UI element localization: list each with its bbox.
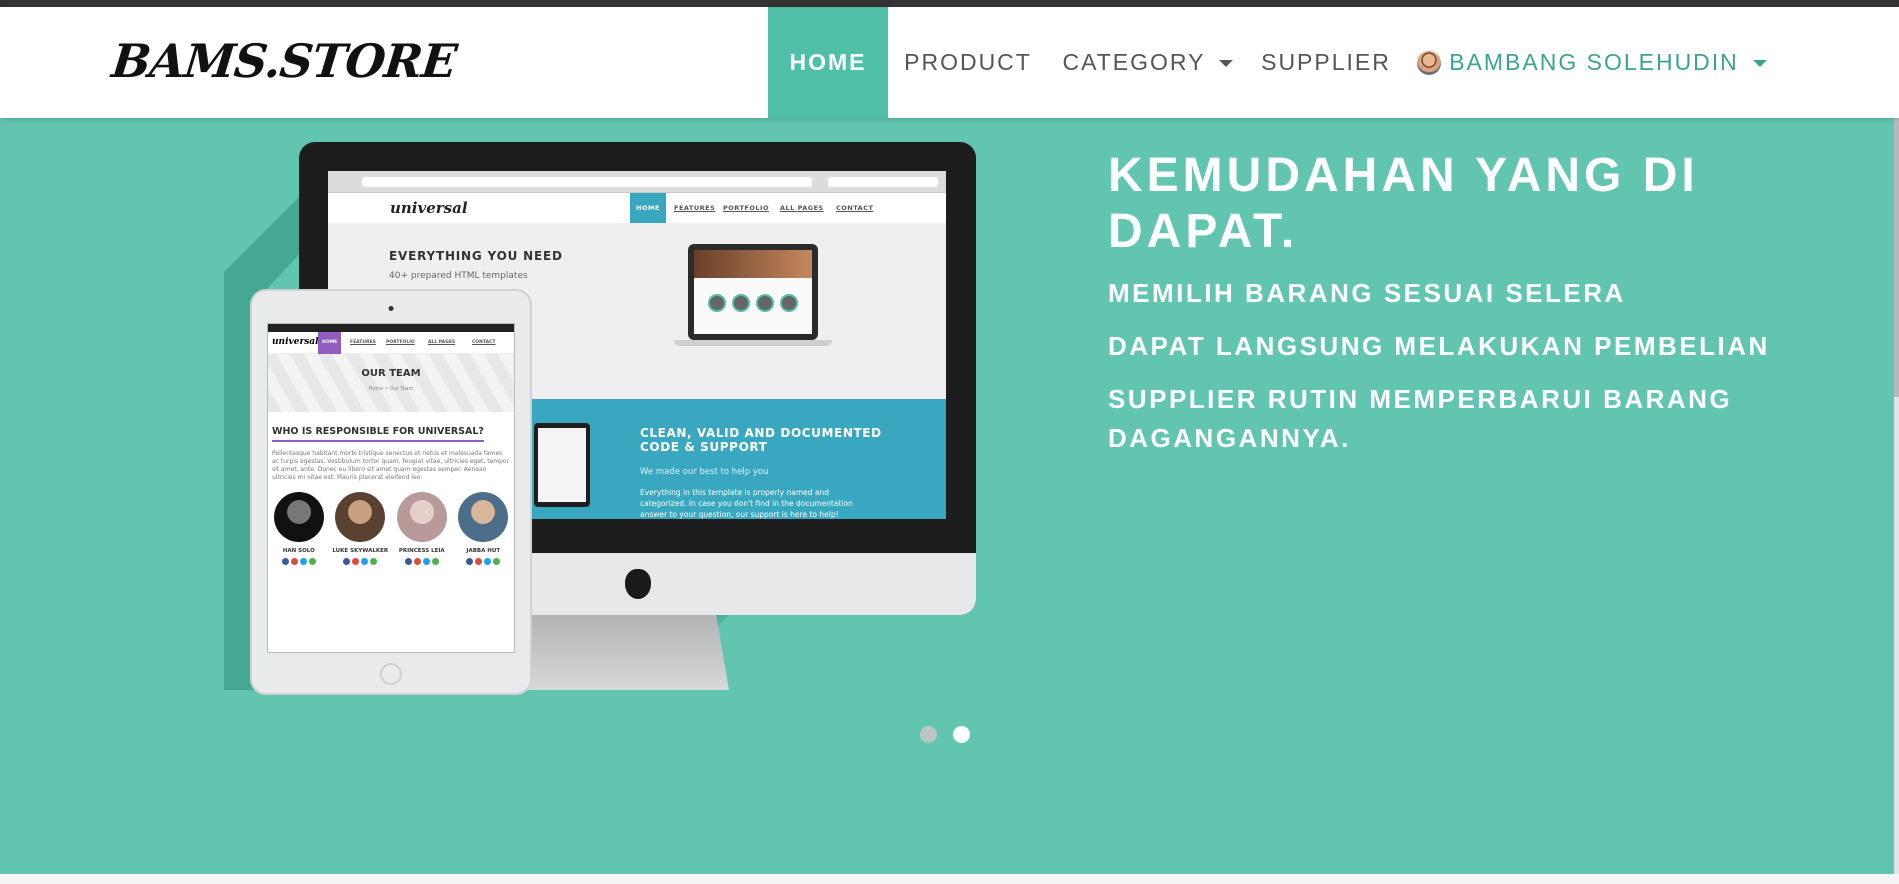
tablet-device: universal HOME FEATURES PORTFOLIO ALL PA… (250, 289, 532, 695)
carousel-dot-2[interactable] (953, 726, 970, 743)
team-member: HAN SOLO (271, 492, 327, 565)
page-scrollbar[interactable] (1894, 7, 1899, 874)
device-mockup-image: universal HOME FEATURES PORTFOLIO ALL PA… (224, 142, 976, 695)
apple-logo-icon (624, 569, 651, 599)
top-strip (0, 0, 1899, 7)
slide-title: KEMUDAHAN YANG DI DAPAT. (1108, 149, 1699, 258)
nav-user-menu[interactable]: BAMBANG SOLEHUDIN (1412, 7, 1772, 118)
site-logo: universal (390, 199, 468, 217)
nav-category-label: CATEGORY (1062, 49, 1206, 75)
tablet-link: HOME (318, 332, 342, 354)
tablet-link: PORTFOLIO (386, 340, 415, 345)
tablet-site-logo: universal (272, 337, 319, 347)
nav-product-label: PRODUCT (904, 49, 1032, 75)
team-member: PRINCESS LEIA (394, 492, 450, 565)
band-title: CLEAN, VALID AND DOCUMENTED CODE & SUPPO… (640, 426, 882, 454)
nav-supplier-label: SUPPLIER (1261, 49, 1391, 75)
brand-logo[interactable]: BAMS.STORE (109, 31, 459, 91)
tablet-screen: universal HOME FEATURES PORTFOLIO ALL PA… (267, 323, 515, 653)
slide-point: DAPAT LANGSUNG MELAKUKAN PEMBELIAN (1108, 331, 1770, 361)
slide-point: MEMILIH BARANG SESUAI SELERA (1108, 278, 1626, 308)
tablet-team: HAN SOLO LUKE SKYWALKER PRINCESS LEIA JA… (268, 492, 514, 565)
tablet-link: ALL PAGES (428, 340, 456, 345)
site-link: CONTACT (836, 204, 874, 212)
nav-supplier[interactable]: SUPPLIER (1248, 7, 1404, 118)
member-name: JABBA HUT (466, 548, 501, 554)
site-nav: universal HOME FEATURES PORTFOLIO ALL PA… (328, 193, 946, 223)
browser-bar (328, 171, 946, 193)
site-link: ALL PAGES (780, 204, 824, 212)
member-name: HAN SOLO (282, 548, 315, 554)
slide-point: SUPPLIER RUTIN MEMPERBARUI BARANG DAGANG… (1108, 384, 1733, 453)
nav-product[interactable]: PRODUCT (888, 7, 1048, 118)
tablet-link: FEATURES (350, 340, 376, 345)
nav-home-label: HOME (789, 49, 867, 75)
avatar (1417, 50, 1442, 75)
tablet-question: WHO IS RESPONSIBLE FOR UNIVERSAL? (272, 426, 484, 442)
tablet-link: CONTACT (472, 340, 496, 345)
member-name: LUKE SKYWALKER (332, 548, 389, 554)
nav-category[interactable]: CATEGORY (1048, 7, 1248, 118)
tablet-paragraph: Pellentesque habitant morbi tristique se… (272, 450, 510, 481)
nav-home[interactable]: HOME (768, 7, 888, 118)
screen-heading: EVERYTHING YOU NEED (389, 249, 563, 263)
team-member: JABBA HUT (455, 492, 511, 565)
team-member: LUKE SKYWALKER (332, 492, 388, 565)
site-link: FEATURES (674, 204, 716, 212)
navbar: BAMS.STORE HOME PRODUCT CATEGORY SUPPLIE… (0, 7, 1899, 118)
hero-carousel: universal HOME FEATURES PORTFOLIO ALL PA… (0, 118, 1894, 874)
chevron-down-icon (1219, 60, 1234, 67)
site-link: PORTFOLIO (723, 204, 769, 212)
brand-logo-text: BAMS.STORE (109, 34, 459, 88)
monitor-stand (514, 615, 729, 690)
member-name: PRINCESS LEIA (398, 548, 445, 554)
slide-caption: KEMUDAHAN YANG DI DAPAT. MEMILIH BARANG … (1108, 148, 1808, 458)
laptop-illustration (674, 244, 832, 352)
site-link: HOME (630, 193, 666, 223)
chevron-down-icon (1752, 60, 1767, 67)
band-subtitle: We made our best to help you (640, 467, 769, 477)
carousel-dot-1[interactable] (920, 726, 937, 743)
tablet-banner-title: OUR TEAM (361, 368, 421, 379)
user-name: BAMBANG SOLEHUDIN (1449, 49, 1739, 75)
band-body: Everything in this template is properly … (640, 488, 853, 519)
screen-subheading: 40+ prepared HTML templates (389, 271, 528, 281)
carousel-indicators (920, 726, 970, 743)
tablet-breadcrumb: Home » Our Team (368, 386, 414, 392)
